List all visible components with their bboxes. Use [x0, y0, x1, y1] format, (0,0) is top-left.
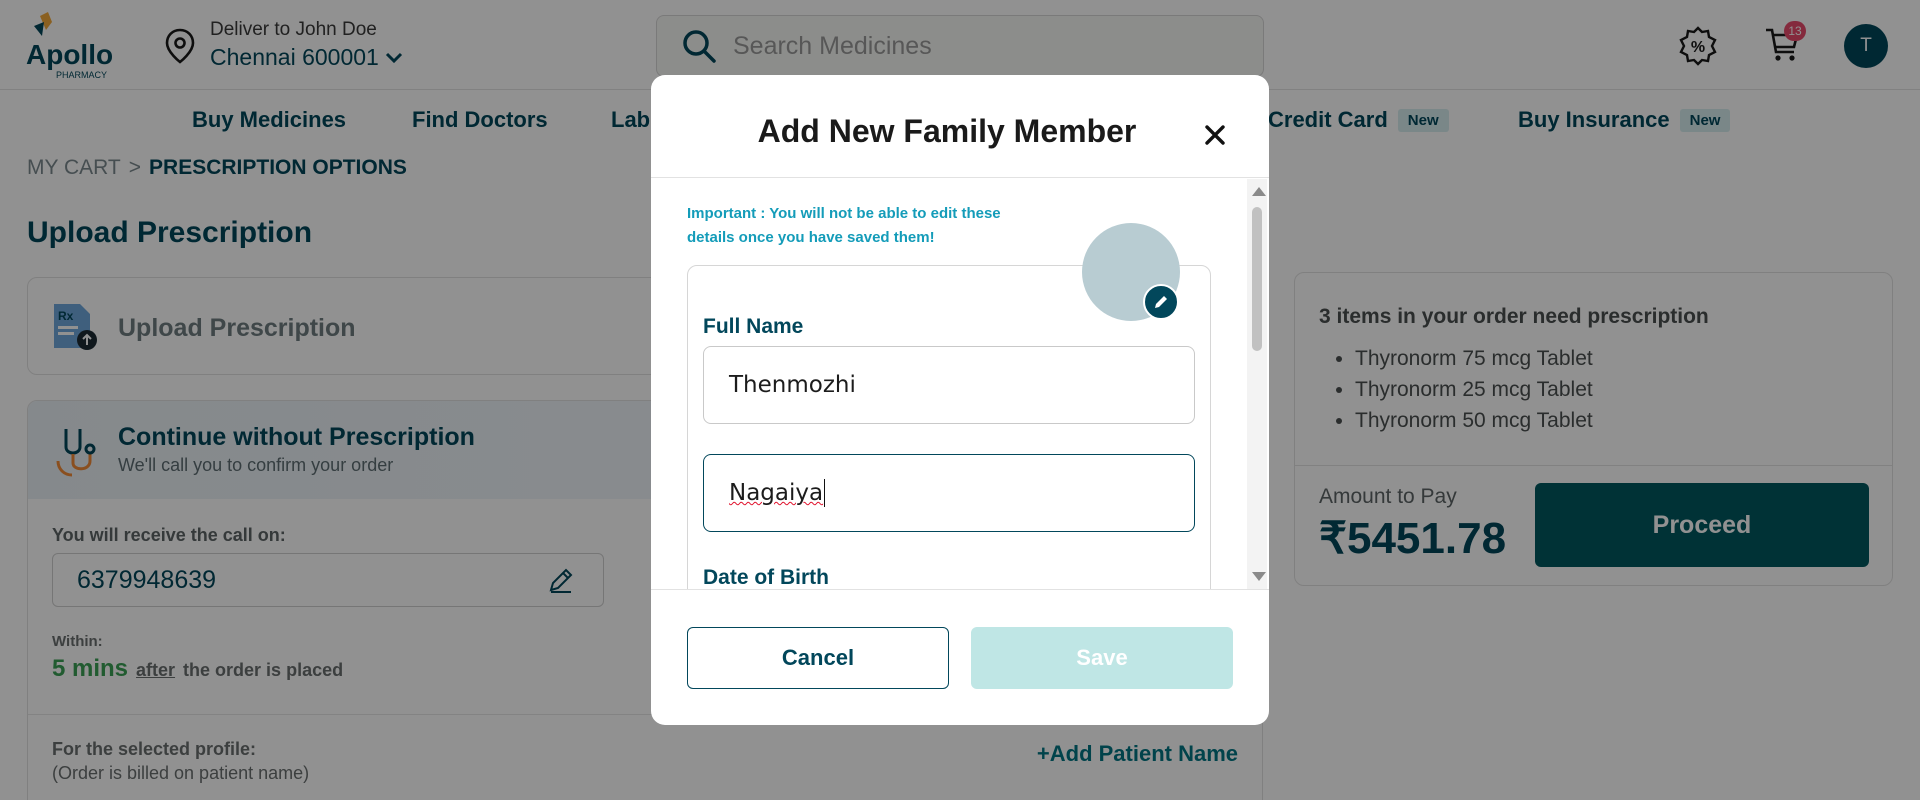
close-icon[interactable]	[1199, 119, 1231, 151]
modal-title: Add New Family Member	[757, 113, 1137, 149]
photo-edit-button[interactable]	[1143, 284, 1179, 320]
save-button[interactable]: Save	[971, 627, 1233, 689]
add-family-member-modal: Add New Family Member Important : You wi…	[651, 75, 1269, 725]
first-name-value: Thenmozhi	[729, 372, 856, 398]
cancel-button[interactable]: Cancel	[687, 627, 949, 689]
first-name-input[interactable]: Thenmozhi	[703, 346, 1195, 424]
text-caret	[824, 479, 826, 507]
full-name-label: Full Name	[703, 315, 804, 338]
date-of-birth-label: Date of Birth	[703, 566, 829, 589]
pencil-icon	[1155, 296, 1167, 308]
modal-scrollbar[interactable]	[1247, 179, 1267, 589]
scroll-thumb[interactable]	[1252, 207, 1262, 351]
last-name-input[interactable]: Nagaiya	[703, 454, 1195, 532]
divider	[651, 589, 1269, 590]
important-notice: Important : You will not be able to edit…	[687, 205, 1001, 246]
last-name-value: Nagaiya	[729, 480, 824, 506]
modal-body: Important : You will not be able to edit…	[651, 178, 1269, 589]
scroll-up-arrow[interactable]	[1252, 187, 1266, 196]
scroll-down-arrow[interactable]	[1252, 572, 1266, 581]
